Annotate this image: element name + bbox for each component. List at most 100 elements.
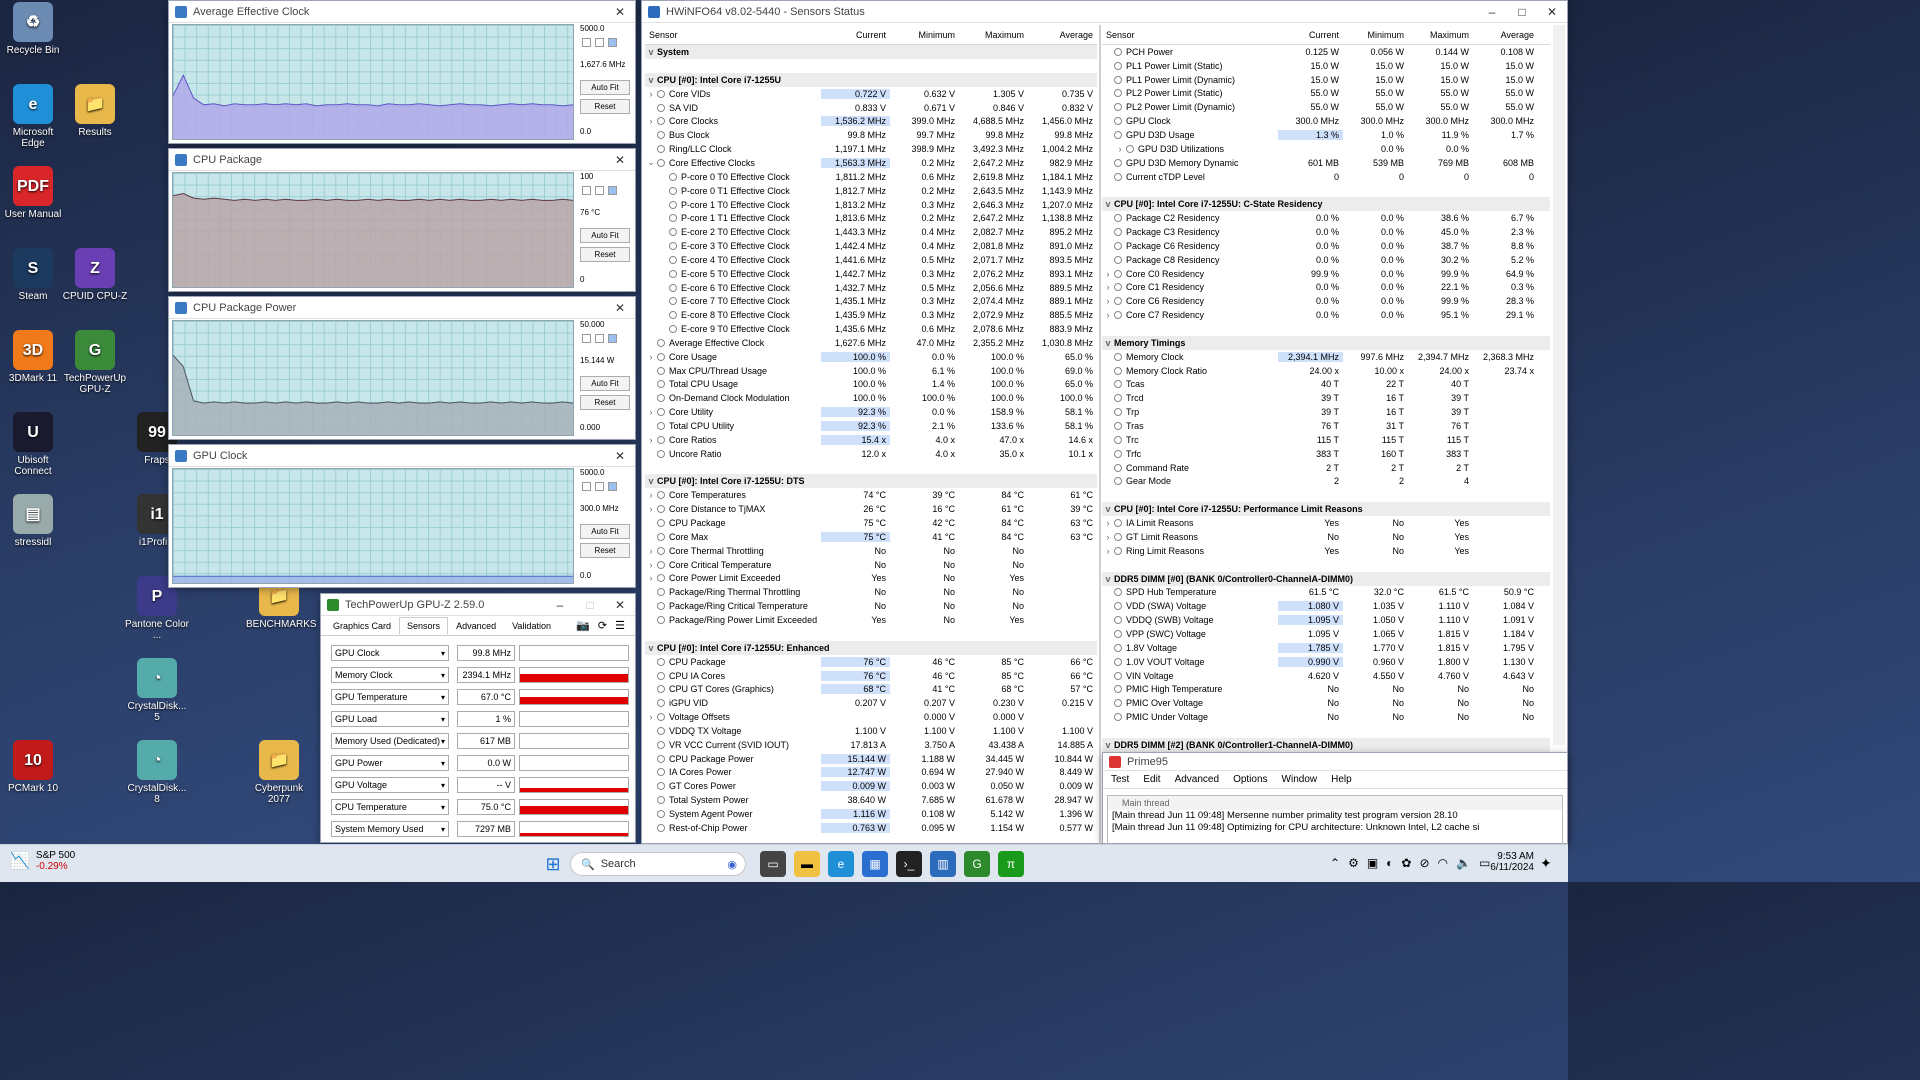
chevron-right-icon[interactable]: › bbox=[645, 352, 657, 362]
sensor-row[interactable]: › Voltage Offsets 0.000 V 0.000 V bbox=[645, 710, 1097, 724]
chevron-right-icon[interactable]: › bbox=[645, 546, 657, 556]
menu-item-test[interactable]: Test bbox=[1111, 774, 1129, 785]
sensor-row[interactable]: iGPU VID 0.207 V 0.207 V 0.230 V 0.215 V bbox=[645, 696, 1097, 710]
sensor-row[interactable]: E-core 5 T0 Effective Clock 1,442.7 MHz 0.… bbox=[645, 267, 1097, 281]
sensor-row[interactable]: PMIC Under Voltage No No No No bbox=[1102, 710, 1550, 724]
auto-fit-button[interactable]: Auto Fit bbox=[580, 376, 630, 391]
checkbox[interactable] bbox=[608, 334, 617, 343]
sensor-row[interactable]: Ring/LLC Clock 1,197.1 MHz 398.9 MHz 3,492.… bbox=[645, 142, 1097, 156]
sensor-select[interactable]: System Memory Used bbox=[331, 821, 449, 837]
close-icon[interactable]: ✕ bbox=[605, 594, 635, 616]
sensor-row[interactable]: CPU Package 75 °C 42 °C 84 °C 63 °C bbox=[645, 516, 1097, 530]
camera-icon[interactable]: 📷 bbox=[576, 619, 590, 632]
sensor-group-header[interactable]: v CPU [#0]: Intel Core i7-1255U bbox=[645, 72, 1097, 87]
file-explorer-icon[interactable]: ▬ bbox=[794, 851, 820, 877]
sensor-row[interactable]: CPU Package Power 15.144 W 1.188 W 34.445 W… bbox=[645, 752, 1097, 766]
sensor-row[interactable]: Command Rate 2 T 2 T 2 T bbox=[1102, 461, 1550, 475]
graph-titlebar[interactable]: CPU Package Power ✕ bbox=[169, 297, 635, 319]
sensor-row[interactable]: › Core Critical Temperature No No No bbox=[645, 558, 1097, 572]
sensor-row[interactable]: Rest-of-Chip Power 0.763 W 0.095 W 1.154 W 0… bbox=[645, 821, 1097, 835]
vertical-scrollbar[interactable] bbox=[1553, 25, 1565, 745]
sensor-row[interactable]: › Core Ratios 15.4 x 4.0 x 47.0 x 14.6 x bbox=[645, 433, 1097, 447]
chevron-right-icon[interactable]: › bbox=[645, 89, 657, 99]
sensor-row[interactable]: Trfc 383 T 160 T 383 T bbox=[1102, 447, 1550, 461]
chevron-right-icon[interactable]: › bbox=[645, 435, 657, 445]
graph-titlebar[interactable]: CPU Package ✕ bbox=[169, 149, 635, 171]
sensor-row[interactable]: GPU D3D Memory Dynamic 601 MB 539 MB 769 MB… bbox=[1102, 156, 1550, 170]
no-entry-icon[interactable]: ⊘ bbox=[1419, 856, 1429, 870]
sensor-row[interactable]: VR VCC Current (SVID IOUT) 17.813 A 3.750 … bbox=[645, 738, 1097, 752]
stock-widget[interactable]: 📉 S&P 500 -0.29% bbox=[10, 850, 75, 872]
maximize-icon[interactable]: □ bbox=[575, 594, 605, 616]
sensor-row[interactable]: Trp 39 T 16 T 39 T bbox=[1102, 405, 1550, 419]
gpuz-titlebar[interactable]: TechPowerUp GPU-Z 2.59.0 – □ ✕ bbox=[321, 594, 635, 616]
menu-icon[interactable]: ☰ bbox=[615, 619, 625, 632]
sensor-row[interactable]: Memory Clock 2,394.1 MHz 997.6 MHz 2,394.7 … bbox=[1102, 350, 1550, 364]
sensor-group-header[interactable]: v DDR5 DIMM [#2] (BANK 0/Controller1-Chan… bbox=[1102, 737, 1550, 752]
reset-button[interactable]: Reset bbox=[580, 543, 630, 558]
sensor-row[interactable]: Package/Ring Thermal Throttling No No No bbox=[645, 585, 1097, 599]
sensor-row[interactable]: Bus Clock 99.8 MHz 99.7 MHz 99.8 MHz 99.8 MH… bbox=[645, 128, 1097, 142]
sensor-row[interactable]: SPD Hub Temperature 61.5 °C 32.0 °C 61.5 °C… bbox=[1102, 586, 1550, 600]
chevron-right-icon[interactable]: › bbox=[1102, 532, 1114, 542]
edge-icon[interactable]: e bbox=[828, 851, 854, 877]
sensor-row[interactable]: Trcd 39 T 16 T 39 T bbox=[1102, 391, 1550, 405]
chevron-right-icon[interactable]: › bbox=[1102, 269, 1114, 279]
auto-fit-button[interactable]: Auto Fit bbox=[580, 80, 630, 95]
maximize-icon[interactable]: □ bbox=[1507, 1, 1537, 23]
tray-app-icon[interactable]: ⚙ bbox=[1348, 856, 1359, 870]
desktop-icon[interactable]: 10 PCMark 10 bbox=[0, 740, 66, 794]
sensor-row[interactable]: › Ring Limit Reasons Yes No Yes bbox=[1102, 544, 1550, 558]
column-header[interactable]: Sensor bbox=[1102, 30, 1278, 40]
sensor-row[interactable]: E-core 6 T0 Effective Clock 1,432.7 MHz 0.… bbox=[645, 281, 1097, 295]
checkbox[interactable] bbox=[582, 482, 591, 491]
sensor-row[interactable]: CPU IA Cores 76 °C 46 °C 85 °C 66 °C bbox=[645, 669, 1097, 683]
desktop-icon[interactable]: G TechPowerUp GPU-Z bbox=[62, 330, 128, 395]
chevron-right-icon[interactable]: › bbox=[645, 560, 657, 570]
desktop-icon[interactable]: Z CPUID CPU-Z bbox=[62, 248, 128, 302]
column-header[interactable]: Maximum bbox=[1408, 30, 1473, 40]
copilot-icon[interactable]: ✦ bbox=[1540, 855, 1552, 872]
sensor-row[interactable]: On-Demand Clock Modulation 100.0 % 100.0 %… bbox=[645, 391, 1097, 405]
chevron-down-icon[interactable]: v bbox=[1102, 574, 1114, 584]
tray-app-icon[interactable]: ◐ bbox=[1386, 856, 1393, 870]
sensor-row[interactable]: › Core Distance to TjMAX 26 °C 16 °C 61 °C 39… bbox=[645, 502, 1097, 516]
sensor-row[interactable]: IA Cores Power 12.747 W 0.694 W 27.940 W 8.4… bbox=[645, 766, 1097, 780]
sensor-row[interactable]: P-core 0 T1 Effective Clock 1,812.7 MHz 0.… bbox=[645, 184, 1097, 198]
sensor-row[interactable]: Trc 115 T 115 T 115 T bbox=[1102, 433, 1550, 447]
start-icon[interactable]: ⊞ bbox=[540, 851, 566, 877]
sensor-row[interactable]: System Agent Power 1.116 W 0.108 W 5.142 W 1… bbox=[645, 807, 1097, 821]
sensor-row[interactable]: › Core C6 Residency 0.0 % 0.0 % 99.9 % 28.3 % bbox=[1102, 294, 1550, 308]
sensor-row[interactable]: GPU D3D Usage 1.3 % 1.0 % 11.9 % 1.7 % bbox=[1102, 128, 1550, 142]
sensor-row[interactable]: PMIC Over Voltage No No No No bbox=[1102, 696, 1550, 710]
sensor-row[interactable]: Total CPU Usage 100.0 % 1.4 % 100.0 % 65.0 % bbox=[645, 378, 1097, 392]
wifi-icon[interactable]: ◠ bbox=[1438, 856, 1448, 870]
column-header[interactable]: Sensor bbox=[645, 30, 821, 40]
sensor-row[interactable]: › Core C0 Residency 99.9 % 0.0 % 99.9 % 64.9 … bbox=[1102, 267, 1550, 281]
sensor-row[interactable]: › Core Temperatures 74 °C 39 °C 84 °C 61 °C bbox=[645, 488, 1097, 502]
chevron-down-icon[interactable]: v bbox=[1102, 338, 1114, 348]
reset-button[interactable]: Reset bbox=[580, 247, 630, 262]
desktop-icon[interactable]: ◔ CrystalDisk... 5 bbox=[124, 658, 190, 723]
sensor-select[interactable]: GPU Load bbox=[331, 711, 449, 727]
panel-divider[interactable] bbox=[1099, 25, 1101, 845]
sensor-group-header[interactable]: v Memory Timings bbox=[1102, 335, 1550, 350]
desktop-icon[interactable]: ♻ Recycle Bin bbox=[0, 2, 66, 56]
column-header[interactable]: Current bbox=[821, 30, 890, 40]
sensor-group-header[interactable]: v CPU [#0]: Intel Core i7-1255U: DTS bbox=[645, 474, 1097, 489]
chevron-down-icon[interactable]: v bbox=[1102, 740, 1114, 750]
checkbox[interactable] bbox=[582, 186, 591, 195]
chevron-right-icon[interactable]: › bbox=[645, 407, 657, 417]
sensor-row[interactable]: E-core 7 T0 Effective Clock 1,435.1 MHz 0.… bbox=[645, 295, 1097, 309]
sensor-row[interactable]: Current cTDP Level 0 0 0 0 bbox=[1102, 170, 1550, 184]
checkbox[interactable] bbox=[582, 38, 591, 47]
terminal-icon[interactable]: ›_ bbox=[896, 851, 922, 877]
sensor-row[interactable]: › Core Usage 100.0 % 0.0 % 100.0 % 65.0 % bbox=[645, 350, 1097, 364]
graph-titlebar[interactable]: GPU Clock ✕ bbox=[169, 445, 635, 467]
chevron-right-icon[interactable]: › bbox=[1102, 546, 1114, 556]
checkbox[interactable] bbox=[595, 334, 604, 343]
prime95-taskbar-icon[interactable]: π bbox=[998, 851, 1024, 877]
sensor-row[interactable]: CPU GT Cores (Graphics) 68 °C 41 °C 68 °C 57… bbox=[645, 682, 1097, 696]
sensor-row[interactable]: E-core 2 T0 Effective Clock 1,443.3 MHz 0.… bbox=[645, 225, 1097, 239]
hwinfo-titlebar[interactable]: HWiNFO64 v8.02-5440 - Sensors Status – □… bbox=[642, 1, 1567, 23]
